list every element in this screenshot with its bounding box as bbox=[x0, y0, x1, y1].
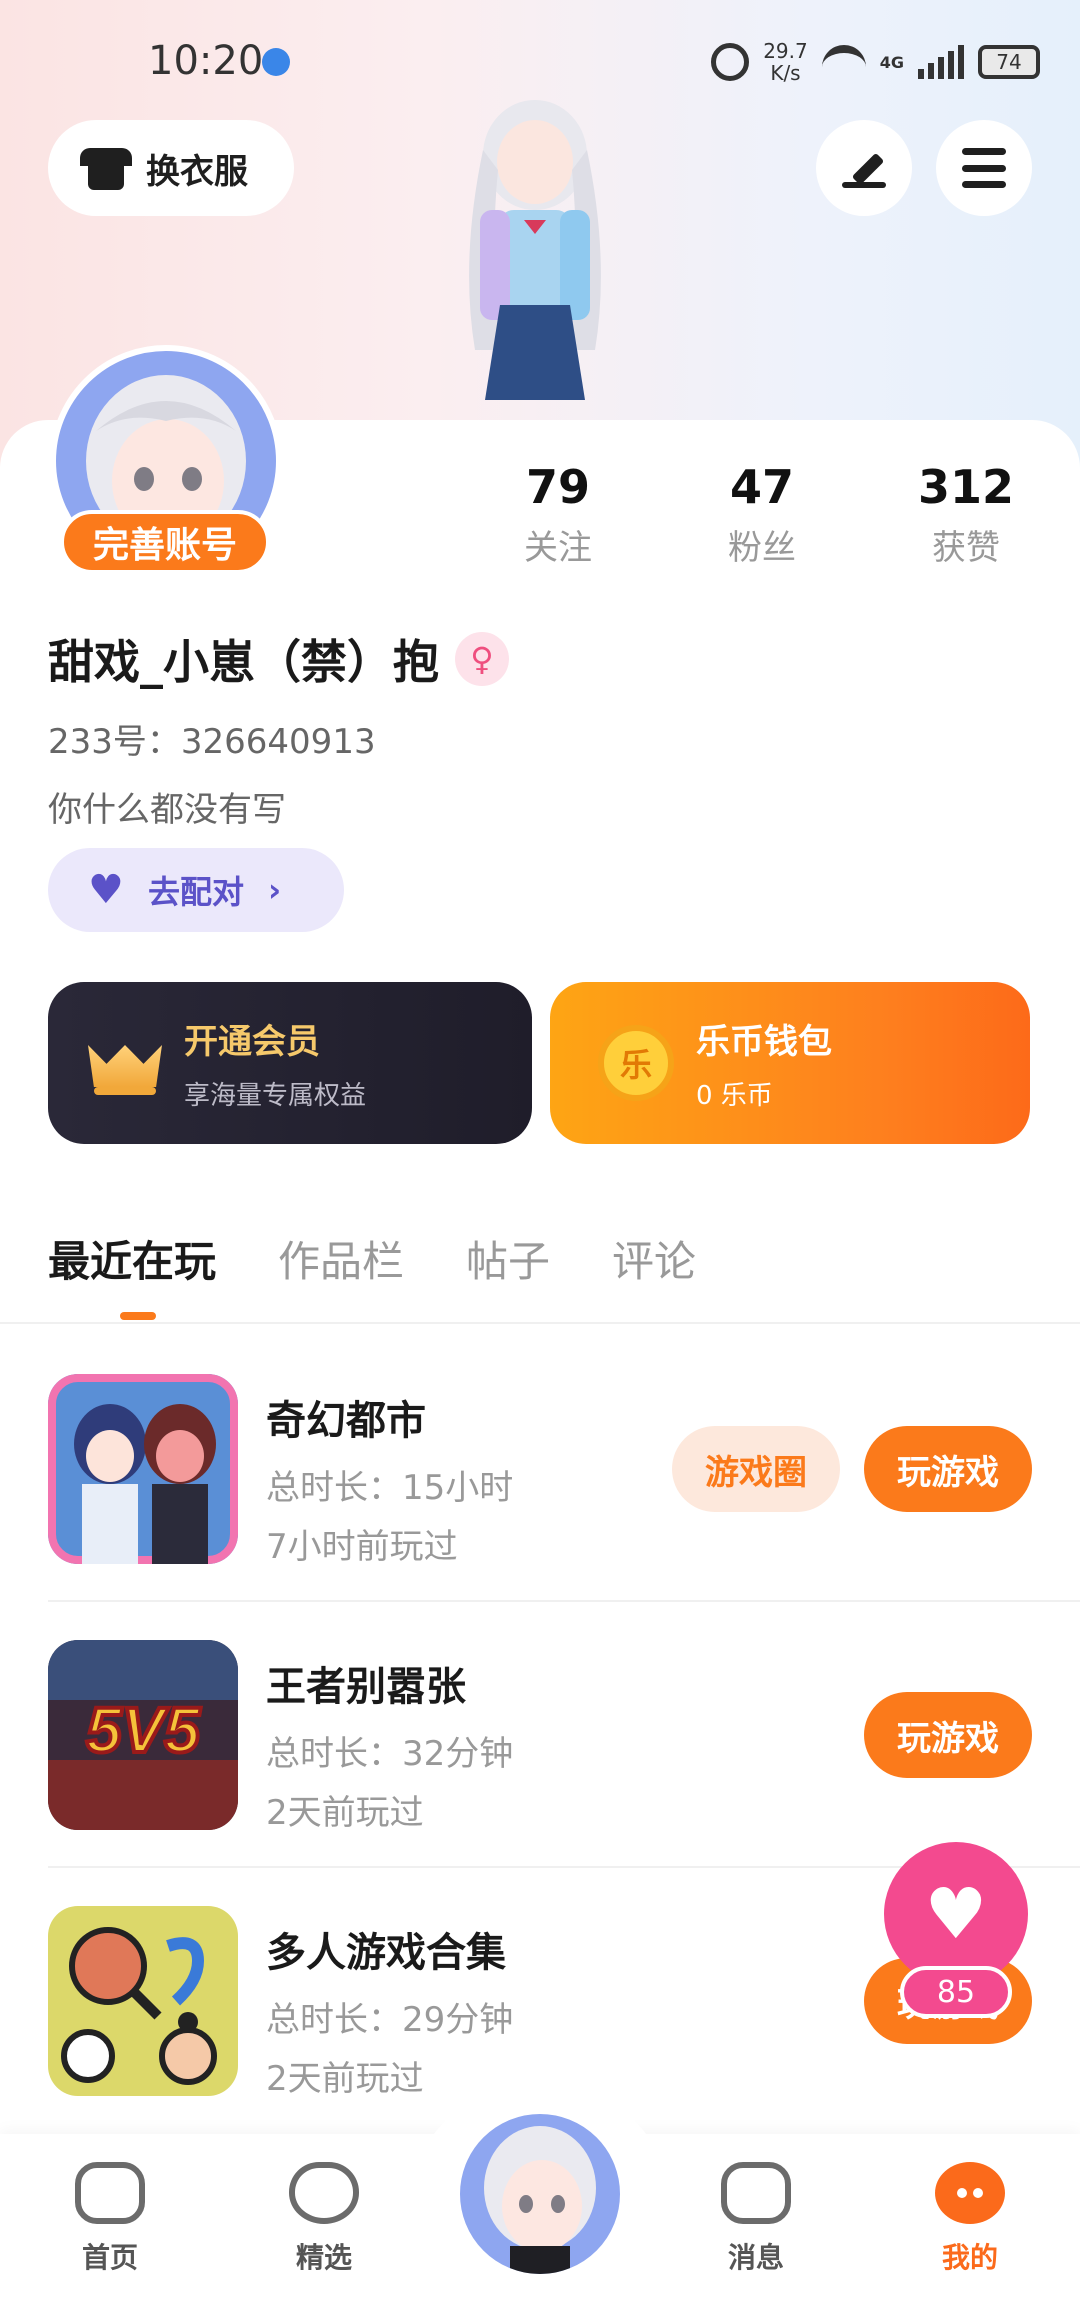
nav-me[interactable]: 我的 bbox=[900, 2162, 1040, 2276]
tab-posts[interactable]: 帖子 bbox=[466, 1228, 550, 1289]
status-indicators: 29.7 K/s 4G 74 bbox=[711, 36, 1040, 88]
game-duration: 总时长：32分钟 bbox=[266, 1734, 514, 1774]
user-id[interactable]: 233号：326640913 bbox=[48, 714, 376, 763]
game-last-played: 2天前玩过 bbox=[266, 1793, 424, 1833]
gamepad-icon bbox=[75, 2162, 145, 2224]
chat-icon bbox=[721, 2162, 791, 2224]
nav-featured[interactable]: 精选 bbox=[254, 2162, 394, 2276]
battery-icon: 74 bbox=[978, 45, 1040, 79]
coin-icon: 乐 bbox=[598, 1025, 674, 1101]
game-row[interactable]: 多人游戏合集 总时长：29分钟 2天前玩过 玩游戏 bbox=[48, 1906, 1032, 2106]
globe-icon bbox=[262, 48, 290, 76]
floating-like-count: 85 bbox=[900, 1966, 1012, 2018]
signal-icon bbox=[918, 45, 964, 79]
network-type: 4G bbox=[879, 52, 904, 72]
vip-membership-card[interactable]: 开通会员 享海量专属权益 bbox=[48, 982, 532, 1144]
female-icon: ♀ bbox=[455, 632, 509, 686]
crown-icon bbox=[88, 1031, 162, 1095]
tab-works[interactable]: 作品栏 bbox=[278, 1228, 404, 1289]
stat-label: 粉丝 bbox=[728, 528, 796, 568]
nav-label: 消息 bbox=[727, 2241, 784, 2274]
game-name: 多人游戏合集 bbox=[266, 1930, 506, 1976]
pen-icon bbox=[842, 146, 886, 190]
nav-label: 我的 bbox=[941, 2241, 998, 2274]
game-duration: 总时长：15小时 bbox=[266, 1468, 514, 1508]
alarm-icon bbox=[711, 43, 750, 81]
stat-followers[interactable]: 47 粉丝 bbox=[682, 460, 842, 569]
avatar-image bbox=[484, 2126, 596, 2274]
nav-label: 精选 bbox=[295, 2241, 352, 2274]
me-icon bbox=[935, 2162, 1005, 2224]
game-thumbnail: 5V5 bbox=[48, 1640, 238, 1830]
active-tab-indicator bbox=[120, 1312, 156, 1320]
user-bio[interactable]: 你什么都没有写 bbox=[48, 782, 286, 831]
game-name: 奇幻都市 bbox=[266, 1398, 426, 1444]
game-info: 奇幻都市 总时长：15小时 7小时前玩过 bbox=[266, 1388, 513, 1568]
profile-tabs: 最近在玩 作品栏 帖子 评论 bbox=[48, 1228, 696, 1289]
vip-subtitle: 享海量专属权益 bbox=[184, 1081, 367, 1111]
vip-title: 开通会员 bbox=[184, 1022, 320, 1062]
game-thumbnail bbox=[48, 1374, 238, 1564]
heart-icon: ♥ bbox=[924, 1873, 988, 1955]
game-name: 王者别嚣张 bbox=[266, 1664, 466, 1710]
match-label: 去配对 bbox=[148, 873, 245, 911]
shirt-icon bbox=[80, 146, 132, 190]
complete-account-badge[interactable]: 完善账号 bbox=[60, 510, 270, 574]
wallet-title: 乐币钱包 bbox=[696, 1022, 832, 1062]
stat-value: 79 bbox=[525, 460, 590, 514]
change-outfit-button[interactable]: 换衣服 bbox=[48, 120, 294, 216]
avatar-character-figure[interactable] bbox=[420, 100, 650, 430]
heart-icon bbox=[289, 2162, 359, 2224]
game-row[interactable]: 5V5 王者别嚣张 总时长：32分钟 2天前玩过 玩游戏 bbox=[48, 1640, 1032, 1840]
stat-label: 获赞 bbox=[932, 528, 1000, 568]
username: 甜戏_小崽（禁）抱 ♀ bbox=[48, 626, 509, 692]
nav-avatar-button[interactable] bbox=[454, 2108, 626, 2280]
play-game-button[interactable]: 玩游戏 bbox=[864, 1426, 1032, 1512]
tab-recently-played[interactable]: 最近在玩 bbox=[48, 1228, 216, 1289]
match-button[interactable]: ♥ 去配对 › bbox=[48, 848, 344, 932]
game-last-played: 2天前玩过 bbox=[266, 2059, 424, 2099]
tab-comments[interactable]: 评论 bbox=[612, 1228, 696, 1289]
nav-messages[interactable]: 消息 bbox=[686, 2162, 826, 2276]
net-speed: 29.7 K/s bbox=[763, 39, 808, 85]
divider bbox=[0, 1322, 1080, 1324]
play-game-button[interactable]: 玩游戏 bbox=[864, 1692, 1032, 1778]
game-info: 多人游戏合集 总时长：29分钟 2天前玩过 bbox=[266, 1920, 513, 2100]
nav-home[interactable]: 首页 bbox=[40, 2162, 180, 2276]
username-text: 甜戏_小崽（禁）抱 bbox=[48, 635, 439, 689]
game-thumbnail bbox=[48, 1906, 238, 2096]
coin-wallet-card[interactable]: 乐 乐币钱包 0 乐币 bbox=[550, 982, 1030, 1144]
stat-likes[interactable]: 312 获赞 bbox=[886, 460, 1046, 569]
wifi-icon bbox=[821, 45, 866, 79]
game-last-played: 7小时前玩过 bbox=[266, 1527, 458, 1567]
change-outfit-label: 换衣服 bbox=[146, 151, 248, 192]
game-info: 王者别嚣张 总时长：32分钟 2天前玩过 bbox=[266, 1654, 513, 1834]
menu-button[interactable] bbox=[936, 120, 1032, 216]
wallet-balance: 0 乐币 bbox=[696, 1081, 773, 1111]
game-circle-button[interactable]: 游戏圈 bbox=[672, 1426, 840, 1512]
stat-value: 47 bbox=[729, 460, 794, 514]
edit-profile-button[interactable] bbox=[816, 120, 912, 216]
menu-icon bbox=[962, 148, 1006, 188]
game-row[interactable]: 奇幻都市 总时长：15小时 7小时前玩过 游戏圈 玩游戏 bbox=[48, 1374, 1032, 1574]
status-time: 10:20 bbox=[148, 38, 264, 84]
thumb-5v5-text: 5V5 bbox=[86, 1694, 201, 1766]
stat-label: 关注 bbox=[524, 528, 592, 568]
heart-icon: ♥ bbox=[88, 867, 124, 913]
chevron-right-icon: › bbox=[268, 871, 282, 909]
stat-value: 312 bbox=[917, 460, 1015, 514]
nav-label: 首页 bbox=[81, 2241, 138, 2274]
game-duration: 总时长：29分钟 bbox=[266, 2000, 514, 2040]
floating-like-button[interactable]: ♥ bbox=[884, 1842, 1028, 1986]
divider bbox=[48, 1600, 1080, 1602]
stat-following[interactable]: 79 关注 bbox=[478, 460, 638, 569]
